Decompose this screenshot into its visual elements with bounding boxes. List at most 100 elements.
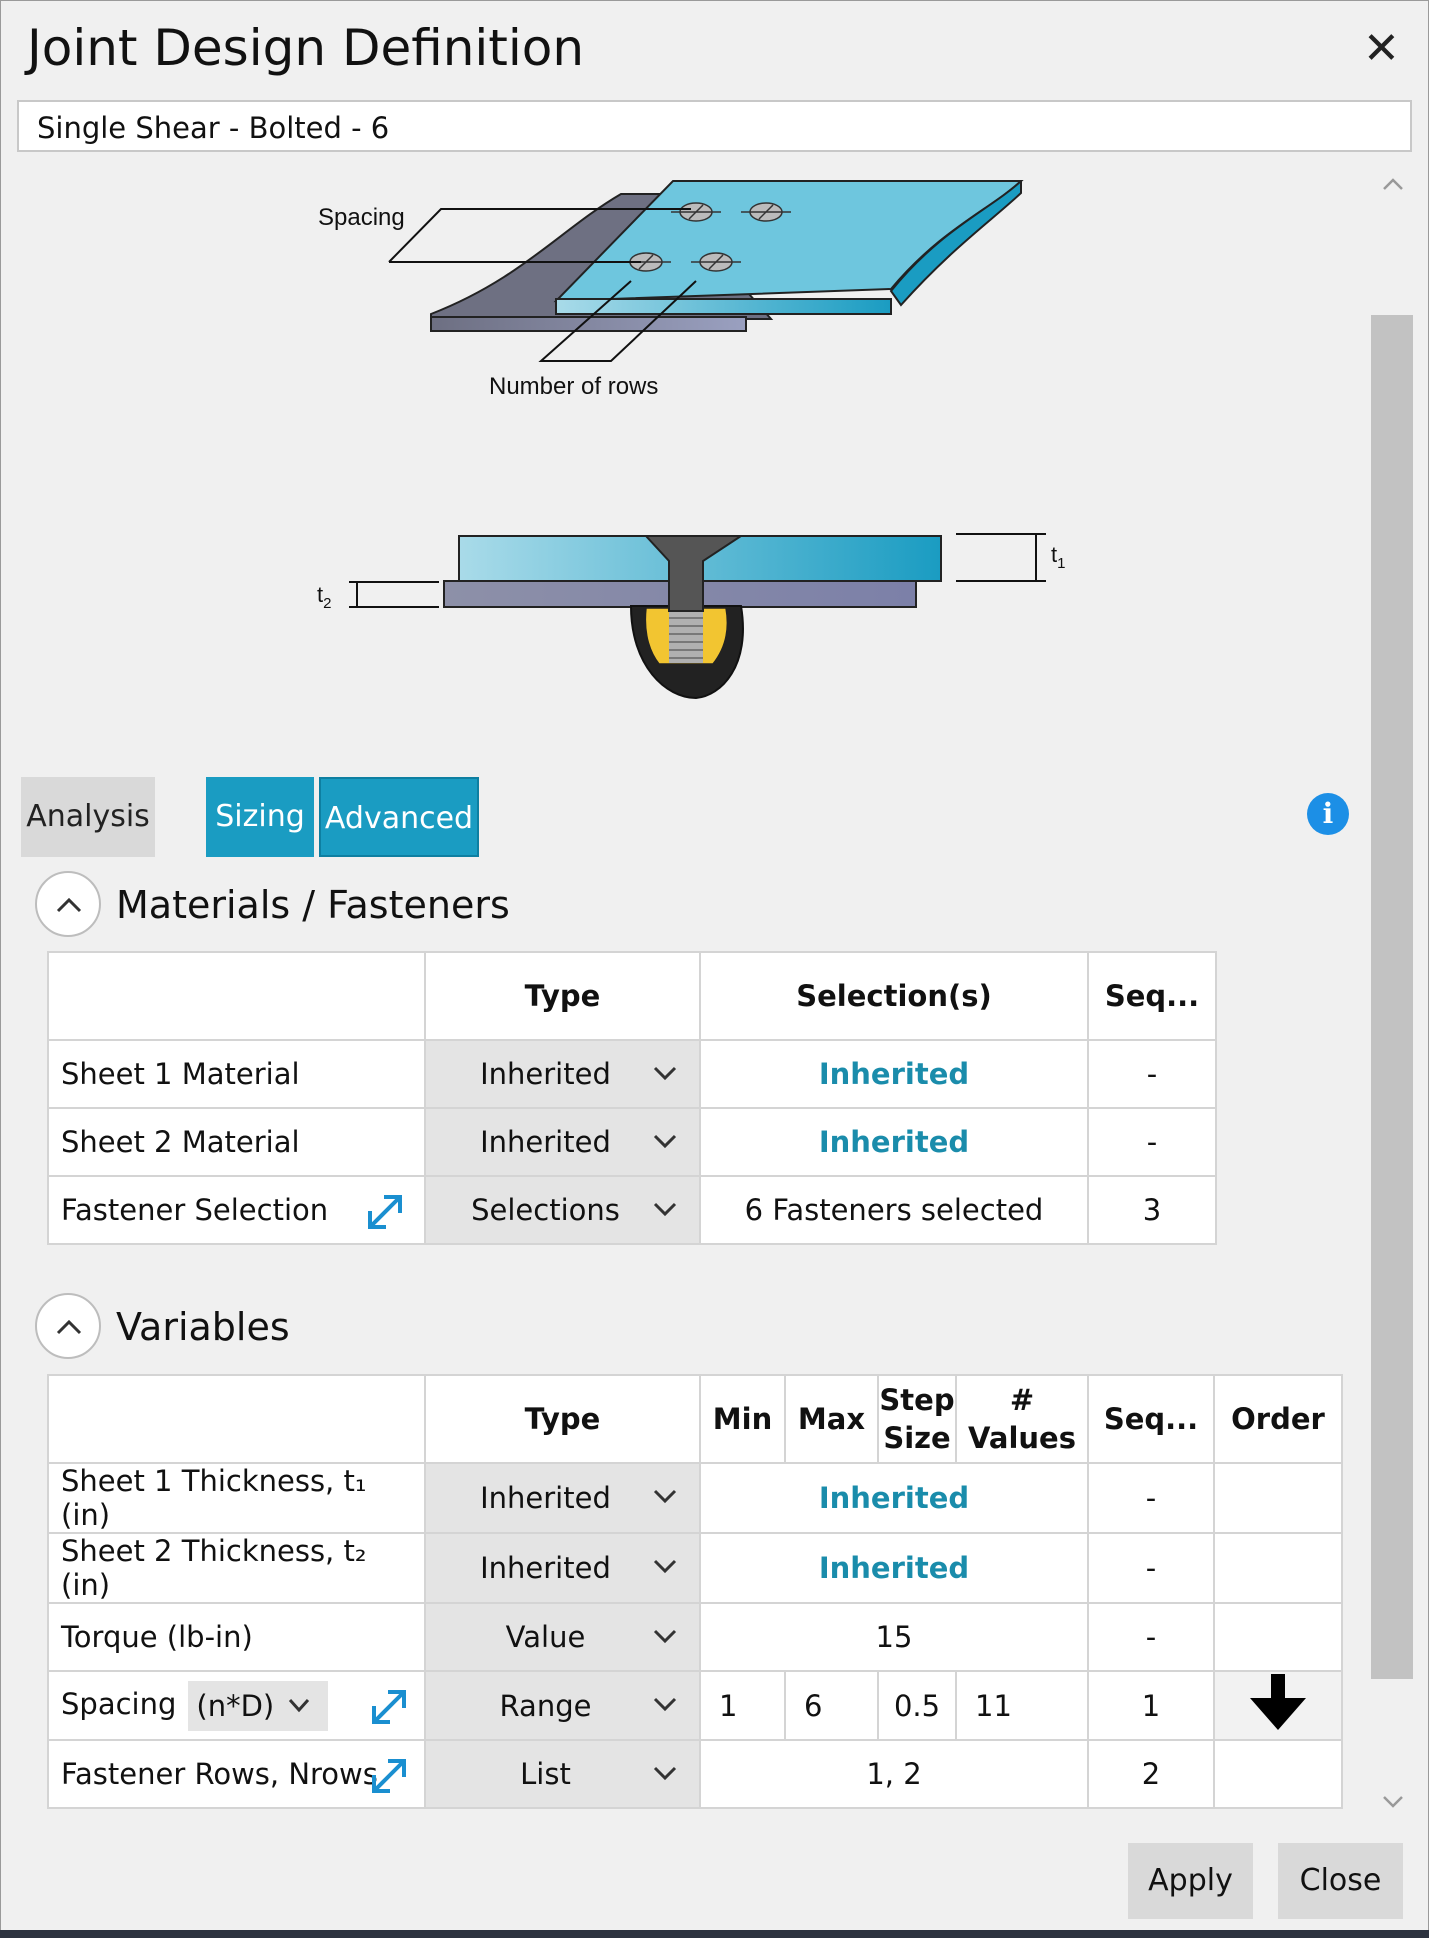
type-dropdown[interactable]: Inherited [424,1107,701,1177]
joint-cross-section-diagram: t1 t2 [317,533,1065,700]
value-link[interactable]: Inherited [699,1532,1089,1604]
taskbar-strip [0,1930,1429,1938]
order-cell[interactable] [1213,1602,1343,1672]
seq-cell[interactable]: - [1087,1107,1217,1177]
row-label: Sheet 1 Material [47,1039,426,1109]
variables-header-type: Type [424,1374,701,1464]
expand-icon[interactable] [368,1686,410,1728]
collapse-variables-button[interactable] [35,1293,101,1359]
variables-section-title: Variables [116,1305,290,1349]
chevron-down-icon [653,1766,677,1781]
row-label: Spacing [61,1686,177,1721]
variables-header-step: Step Size [877,1374,957,1464]
seq-cell[interactable]: 1 [1087,1670,1215,1741]
table-row: Torque (lb-in) Value 15 - [47,1602,1343,1672]
row-label: Sheet 2 Thickness, t₂ (in) [47,1532,426,1604]
type-dropdown-value: Value [505,1620,586,1654]
selection-link[interactable]: Inherited [699,1107,1089,1177]
collapse-materials-button[interactable] [35,871,101,937]
materials-section-title: Materials / Fasteners [116,883,510,927]
seq-cell[interactable]: - [1087,1039,1217,1109]
tab-sizing[interactable]: Sizing [206,777,314,857]
expand-icon[interactable] [368,1755,410,1797]
order-cell[interactable] [1213,1739,1343,1809]
type-dropdown-value: Range [499,1688,592,1723]
row-label: Fastener Selection [61,1193,329,1227]
order-cell[interactable] [1213,1462,1343,1534]
chevron-down-icon [653,1629,677,1644]
seq-cell[interactable]: 2 [1087,1739,1215,1809]
variables-header-order: Order [1213,1374,1343,1464]
rows-label: Number of rows [489,373,658,400]
row-label-cell: Spacing (n*D) [47,1670,426,1741]
table-row: Sheet 2 Thickness, t₂ (in) Inherited Inh… [47,1532,1343,1604]
seq-cell[interactable]: - [1087,1602,1215,1672]
type-dropdown[interactable]: Inherited [424,1462,701,1534]
row-label: Fastener Rows, Nrows [61,1757,378,1791]
tab-analysis[interactable]: Analysis [21,777,155,857]
tab-advanced[interactable]: Advanced [319,777,479,857]
materials-header-blank [47,951,426,1041]
variables-header-max: Max [784,1374,879,1464]
scroll-down-icon[interactable] [1381,1789,1405,1813]
table-row: Sheet 1 Thickness, t₁ (in) Inherited Inh… [47,1462,1343,1534]
joint-design-dialog: Joint Design Definition ✕ Single Shear -… [0,0,1429,1938]
selection-cell[interactable]: 6 Fasteners selected [699,1175,1089,1245]
variables-header-blank [47,1374,426,1464]
variables-header-min: Min [699,1374,786,1464]
t2-subscript: 2 [323,595,331,612]
info-icon[interactable]: i [1307,793,1349,835]
type-dropdown-value: Selections [471,1193,620,1227]
joint-name-field[interactable]: Single Shear - Bolted - 6 [17,100,1412,152]
type-dropdown-value: Inherited [480,1057,611,1091]
value-cell[interactable]: 1, 2 [699,1739,1089,1809]
scroll-up-icon[interactable] [1381,173,1405,197]
max-input[interactable]: 6 [784,1670,879,1741]
nvalues-input[interactable]: 11 [955,1670,1089,1741]
unit-dropdown-value: (n*D) [196,1688,275,1723]
dialog-title: Joint Design Definition [27,19,585,77]
expand-icon[interactable] [364,1191,406,1233]
arrow-down-icon[interactable] [1246,1672,1310,1732]
min-input[interactable]: 1 [699,1670,786,1741]
row-label-cell: Fastener Selection [47,1175,426,1245]
chevron-down-icon [653,1066,677,1081]
seq-cell[interactable]: 3 [1087,1175,1217,1245]
order-cell[interactable] [1213,1532,1343,1604]
joint-3d-diagram: Spacing Number of rows [318,180,1024,400]
order-cell[interactable] [1213,1670,1343,1741]
row-label: Sheet 2 Material [47,1107,426,1177]
table-row: Fastener Selection Selections 6 Fastener… [47,1175,1217,1245]
close-button[interactable]: Close [1278,1843,1403,1919]
apply-button[interactable]: Apply [1128,1843,1253,1919]
selection-link[interactable]: Inherited [699,1039,1089,1109]
step-input[interactable]: 0.5 [877,1670,957,1741]
unit-dropdown[interactable]: (n*D) [188,1680,329,1731]
table-row: Fastener Rows, Nrows List 1, 2 2 [47,1739,1343,1809]
type-dropdown[interactable]: Value [424,1602,701,1672]
chevron-down-icon [653,1202,677,1217]
chevron-up-icon [56,897,82,913]
value-cell[interactable]: 15 [699,1602,1089,1672]
close-icon[interactable]: ✕ [1363,23,1400,74]
seq-cell[interactable]: - [1087,1462,1215,1534]
type-dropdown[interactable]: Inherited [424,1039,701,1109]
spacing-label: Spacing [318,204,405,231]
seq-cell[interactable]: - [1087,1532,1215,1604]
table-row: Sheet 2 Material Inherited Inherited - [47,1107,1217,1177]
type-dropdown[interactable]: List [424,1739,701,1809]
materials-header-selection: Selection(s) [699,951,1089,1041]
type-dropdown[interactable]: Range [424,1670,701,1741]
type-dropdown[interactable]: Inherited [424,1532,701,1604]
variables-header-seq: Seq... [1087,1374,1215,1464]
type-dropdown[interactable]: Selections [424,1175,701,1245]
t1-subscript: 1 [1057,555,1065,572]
vertical-scrollbar[interactable] [1371,315,1413,1679]
chevron-down-icon [653,1697,677,1712]
materials-table: Type Selection(s) Seq... Sheet 1 Materia… [47,951,1217,1245]
type-dropdown-value: Inherited [480,1551,611,1585]
variables-table: Type Min Max Step Size # Values Seq... O… [47,1374,1343,1809]
value-link[interactable]: Inherited [699,1462,1089,1534]
row-label-cell: Fastener Rows, Nrows [47,1739,426,1809]
row-label: Torque (lb-in) [47,1602,426,1672]
